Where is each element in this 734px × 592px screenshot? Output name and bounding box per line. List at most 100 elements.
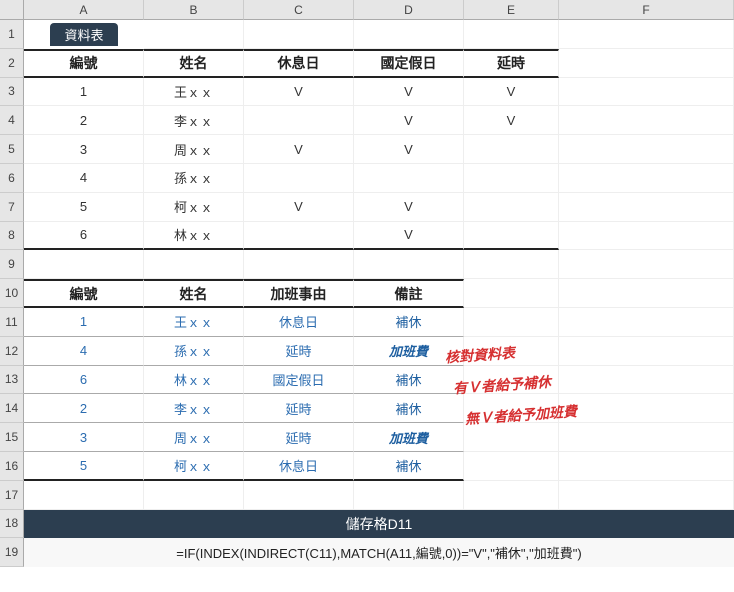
cell-E1[interactable] — [464, 20, 559, 49]
cell-A15[interactable]: 3 — [24, 423, 144, 452]
cell-B14[interactable]: 李ｘｘ — [144, 394, 244, 423]
cell-F14[interactable] — [559, 394, 734, 423]
cell-C1[interactable] — [244, 20, 354, 49]
cell-E8[interactable] — [464, 222, 559, 251]
cell-E4[interactable]: V — [464, 106, 559, 135]
cell-C15[interactable]: 延時 — [244, 423, 354, 452]
row-header-11[interactable]: 11 — [0, 308, 24, 337]
row-header-10[interactable]: 10 — [0, 279, 24, 308]
cell-B12[interactable]: 孫ｘｘ — [144, 337, 244, 366]
row-header-14[interactable]: 14 — [0, 394, 24, 423]
cell-A10[interactable]: 編號 — [24, 279, 144, 308]
cell-D11[interactable]: 補休 — [354, 308, 464, 337]
row-header-13[interactable]: 13 — [0, 366, 24, 395]
cell-D7[interactable]: V — [354, 193, 464, 222]
cell-D5[interactable]: V — [354, 135, 464, 164]
cell-C10[interactable]: 加班事由 — [244, 279, 354, 308]
cell-A7[interactable]: 5 — [24, 193, 144, 222]
row-header-3[interactable]: 3 — [0, 78, 24, 107]
cell-E3[interactable]: V — [464, 78, 559, 107]
cell-E11[interactable] — [464, 308, 559, 337]
cell-F4[interactable] — [559, 106, 734, 135]
cell-F5[interactable] — [559, 135, 734, 164]
row-header-7[interactable]: 7 — [0, 193, 24, 222]
cell-F1[interactable] — [559, 20, 734, 49]
cell-E2[interactable]: 延時 — [464, 49, 559, 78]
cell-C7[interactable]: V — [244, 193, 354, 222]
cell-D3[interactable]: V — [354, 78, 464, 107]
cell-F15[interactable] — [559, 423, 734, 452]
cell-C16[interactable]: 休息日 — [244, 452, 354, 481]
row-header-17[interactable]: 17 — [0, 481, 24, 510]
cell-D6[interactable] — [354, 164, 464, 193]
cell-E9[interactable] — [464, 250, 559, 279]
cell-B9[interactable] — [144, 250, 244, 279]
cell-A14[interactable]: 2 — [24, 394, 144, 423]
cell-B17[interactable] — [144, 481, 244, 510]
row-header-19[interactable]: 19 — [0, 538, 24, 567]
cell-B8[interactable]: 林ｘｘ — [144, 222, 244, 251]
cell-C12[interactable]: 延時 — [244, 337, 354, 366]
cell-C9[interactable] — [244, 250, 354, 279]
col-header-D[interactable]: D — [354, 0, 464, 20]
row-header-15[interactable]: 15 — [0, 423, 24, 452]
cell-F17[interactable] — [559, 481, 734, 510]
cell-E7[interactable] — [464, 193, 559, 222]
cell-D10[interactable]: 備註 — [354, 279, 464, 308]
col-header-C[interactable]: C — [244, 0, 354, 20]
cell-F7[interactable] — [559, 193, 734, 222]
cell-D9[interactable] — [354, 250, 464, 279]
row-header-8[interactable]: 8 — [0, 222, 24, 251]
cell-F13[interactable] — [559, 366, 734, 395]
cell-A4[interactable]: 2 — [24, 106, 144, 135]
cell-B4[interactable]: 李ｘｘ — [144, 106, 244, 135]
cell-F8[interactable] — [559, 222, 734, 251]
cell-B13[interactable]: 林ｘｘ — [144, 366, 244, 395]
cell-B3[interactable]: 王ｘｘ — [144, 78, 244, 107]
cell-C17[interactable] — [244, 481, 354, 510]
cell-A8[interactable]: 6 — [24, 222, 144, 251]
cell-F2[interactable] — [559, 49, 734, 78]
cell-A13[interactable]: 6 — [24, 366, 144, 395]
row-header-1[interactable]: 1 — [0, 20, 24, 49]
row-header-18[interactable]: 18 — [0, 510, 24, 539]
cell-A17[interactable] — [24, 481, 144, 510]
row-header-5[interactable]: 5 — [0, 135, 24, 164]
cell-C8[interactable] — [244, 222, 354, 251]
cell-C6[interactable] — [244, 164, 354, 193]
cell-D17[interactable] — [354, 481, 464, 510]
cell-C4[interactable] — [244, 106, 354, 135]
cell-C5[interactable]: V — [244, 135, 354, 164]
cell-C3[interactable]: V — [244, 78, 354, 107]
cell-F3[interactable] — [559, 78, 734, 107]
cell-A6[interactable]: 4 — [24, 164, 144, 193]
cell-B11[interactable]: 王ｘｘ — [144, 308, 244, 337]
cell-F9[interactable] — [559, 250, 734, 279]
cell-A12[interactable]: 4 — [24, 337, 144, 366]
cell-B2[interactable]: 姓名 — [144, 49, 244, 78]
cell-D14[interactable]: 補休 — [354, 394, 464, 423]
cell-B10[interactable]: 姓名 — [144, 279, 244, 308]
cell-A9[interactable] — [24, 250, 144, 279]
cell-A11[interactable]: 1 — [24, 308, 144, 337]
cell-B6[interactable]: 孫ｘｘ — [144, 164, 244, 193]
cell-D16[interactable]: 補休 — [354, 452, 464, 481]
cell-C13[interactable]: 國定假日 — [244, 366, 354, 395]
cell-C14[interactable]: 延時 — [244, 394, 354, 423]
cell-B1[interactable] — [144, 20, 244, 49]
row-header-9[interactable]: 9 — [0, 250, 24, 279]
cell-C11[interactable]: 休息日 — [244, 308, 354, 337]
cell-A5[interactable]: 3 — [24, 135, 144, 164]
cell-D1[interactable] — [354, 20, 464, 49]
cell-E17[interactable] — [464, 481, 559, 510]
col-header-A[interactable]: A — [24, 0, 144, 20]
row-header-12[interactable]: 12 — [0, 337, 24, 366]
select-all-corner[interactable] — [0, 0, 24, 20]
spreadsheet-grid[interactable]: A B C D E F 1 資料表 2 編號 姓名 休息日 國定假日 延時 3 … — [0, 0, 734, 567]
cell-F10[interactable] — [559, 279, 734, 308]
cell-B15[interactable]: 周ｘｘ — [144, 423, 244, 452]
cell-E16[interactable] — [464, 452, 559, 481]
cell-A16[interactable]: 5 — [24, 452, 144, 481]
row-header-2[interactable]: 2 — [0, 49, 24, 78]
cell-E5[interactable] — [464, 135, 559, 164]
